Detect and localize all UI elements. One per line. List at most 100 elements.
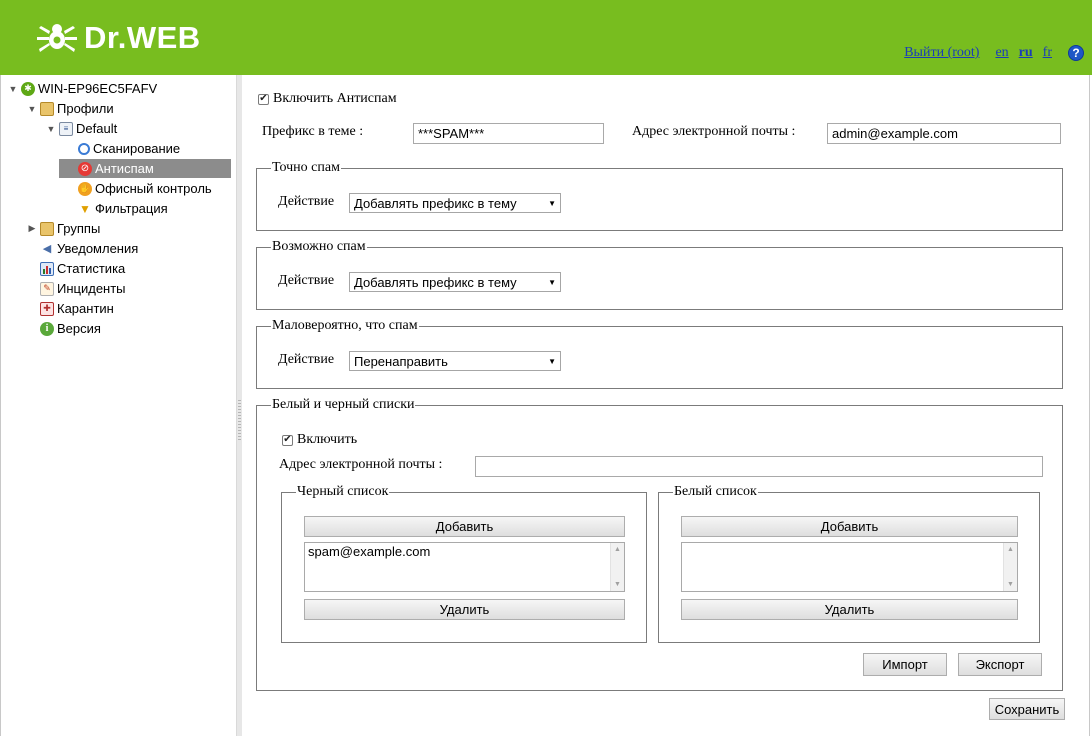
tree-node-profiles[interactable]: ▼ Профили <box>26 99 118 118</box>
blacklist-remove-button[interactable]: Удалить <box>304 599 625 620</box>
antispam-settings-panel: ✔ Включить Антиспам Префикс в теме : ***… <box>242 75 1090 736</box>
scroll-up-icon[interactable]: ▲ <box>1004 543 1017 556</box>
probable-spam-action-label: Действие <box>278 273 335 288</box>
tree-node-default[interactable]: ▼ ≡ Default <box>45 119 121 138</box>
blacklist-add-button[interactable]: Добавить <box>304 516 625 537</box>
scroll-down-icon[interactable]: ▼ <box>611 578 624 591</box>
import-button[interactable]: Импорт <box>863 653 947 676</box>
export-button[interactable]: Экспорт <box>958 653 1042 676</box>
tree-node-label: Карантин <box>57 301 114 316</box>
info-icon: i <box>40 321 54 336</box>
enable-antispam-label: Включить Антиспам <box>273 91 397 106</box>
list-item[interactable]: spam@example.com <box>308 544 621 559</box>
lang-ru-link[interactable]: ru <box>1019 45 1033 61</box>
dropdown-arrow-icon: ▼ <box>548 277 556 287</box>
whitelist-legend: Белый список <box>673 484 758 500</box>
profile-icon: ≡ <box>59 121 73 136</box>
tree-node-notifications[interactable]: ◀ Уведомления <box>26 239 142 258</box>
tree-node-office-control[interactable]: ✋ Офисный контроль <box>64 179 216 198</box>
lists-email-label: Адрес электронной почты : <box>279 457 443 472</box>
tree-node-label: Группы <box>57 221 101 236</box>
email-input[interactable]: admin@example.com <box>827 123 1061 144</box>
email-label: Адрес электронной почты : <box>632 124 796 139</box>
spider-logo-icon <box>37 24 77 52</box>
whitelist-listbox[interactable]: ▲ ▼ <box>681 542 1018 592</box>
blacklist-listbox[interactable]: spam@example.com ▲ ▼ <box>304 542 625 592</box>
tree-node-label: Статистика <box>57 261 126 276</box>
tree-node-label: WIN-EP96EC5FAFV <box>38 81 158 96</box>
scrollbar[interactable]: ▲ ▼ <box>610 543 624 591</box>
probable-spam-group: Возможно спам Действие Добавлять префикс… <box>256 239 1063 310</box>
collapse-arrow-icon[interactable]: ▼ <box>7 84 19 94</box>
header-bar: Dr.WEB Выйти (root) en ru fr ? <box>0 0 1092 75</box>
help-icon[interactable]: ? <box>1068 45 1084 61</box>
drweb-logo: Dr.WEB <box>36 18 201 58</box>
scrollbar[interactable]: ▲ ▼ <box>1003 543 1017 591</box>
whitelist-add-button[interactable]: Добавить <box>681 516 1018 537</box>
tree-node-label: Антиспам <box>95 161 154 176</box>
whitelist-remove-button[interactable]: Удалить <box>681 599 1018 620</box>
tree-node-label: Сканирование <box>93 141 181 156</box>
tree-node-filtering[interactable]: ▼ Фильтрация <box>64 199 172 218</box>
lists-enable-row: ✔ Включить <box>282 432 357 448</box>
probable-spam-action-select[interactable]: Добавлять префикс в тему ▼ <box>349 272 561 292</box>
tree-node-label: Фильтрация <box>95 201 168 216</box>
scroll-down-icon[interactable]: ▼ <box>1004 578 1017 591</box>
tree-node-groups[interactable]: ▶ Группы <box>26 219 104 238</box>
megaphone-icon: ◀ <box>42 243 52 255</box>
lang-en-link[interactable]: en <box>995 45 1008 61</box>
subject-prefix-input[interactable]: ***SPAM*** <box>413 123 604 144</box>
incident-icon: ✎ <box>40 281 54 296</box>
logo-text: Dr.WEB <box>84 20 201 55</box>
tree-node-quarantine[interactable]: ✚ Карантин <box>26 299 118 318</box>
save-button[interactable]: Сохранить <box>989 698 1065 720</box>
lists-email-input[interactable] <box>475 456 1043 477</box>
folder-icon <box>40 101 54 116</box>
enable-antispam-row: ✔ Включить Антиспам <box>258 91 397 107</box>
header-links: Выйти (root) en ru fr ? <box>904 43 1084 63</box>
sidebar-tree: ▼ ✱ WIN-EP96EC5FAFV ▼ Профили ▼ ≡ Defaul… <box>0 75 236 736</box>
tree-node-label: Default <box>76 121 118 136</box>
tree-node-version[interactable]: i Версия <box>26 319 105 338</box>
enable-antispam-checkbox[interactable]: ✔ <box>258 93 269 105</box>
tree-node-antispam[interactable]: ⊘ Антиспам <box>59 159 231 178</box>
certain-spam-legend: Точно спам <box>271 160 341 176</box>
tree-node-label: Офисный контроль <box>95 181 212 196</box>
lists-enable-checkbox[interactable]: ✔ <box>282 434 293 446</box>
collapse-arrow-icon[interactable]: ▼ <box>26 104 38 114</box>
dropdown-arrow-icon: ▼ <box>548 198 556 208</box>
lists-enable-label: Включить <box>297 432 358 447</box>
lang-fr-link[interactable]: fr <box>1043 45 1052 61</box>
magnifier-icon <box>78 142 90 155</box>
folder-group-icon <box>40 221 54 236</box>
antispam-icon: ⊘ <box>78 161 92 176</box>
blacklist-legend: Черный список <box>296 484 390 500</box>
certain-spam-group: Точно спам Действие Добавлять префикс в … <box>256 160 1063 231</box>
tree-node-statistics[interactable]: Статистика <box>26 259 129 278</box>
tree-node-label: Инциденты <box>57 281 126 296</box>
subject-prefix-label: Префикс в теме : <box>262 124 364 139</box>
tree-node-server[interactable]: ▼ ✱ WIN-EP96EC5FAFV <box>7 79 161 98</box>
tree-node-scanning[interactable]: Сканирование <box>64 139 184 158</box>
dropdown-arrow-icon: ▼ <box>548 356 556 366</box>
hand-icon: ✋ <box>78 181 92 196</box>
tree-node-incidents[interactable]: ✎ Инциденты <box>26 279 130 298</box>
lists-group: Белый и черный списки ✔ Включить Адрес э… <box>256 397 1063 691</box>
splitter-grip-icon[interactable] <box>238 400 241 440</box>
blacklist-group: Черный список Добавить spam@example.com … <box>281 484 647 643</box>
logout-link[interactable]: Выйти (root) <box>904 45 979 61</box>
collapse-arrow-icon[interactable]: ▼ <box>45 124 57 134</box>
select-value: Перенаправить <box>354 353 448 369</box>
certain-spam-action-label: Действие <box>278 194 335 209</box>
tree-node-label: Уведомления <box>57 241 139 256</box>
quarantine-icon: ✚ <box>40 301 54 316</box>
unlikely-spam-action-label: Действие <box>278 352 335 367</box>
certain-spam-action-select[interactable]: Добавлять префикс в тему ▼ <box>349 193 561 213</box>
expand-arrow-icon[interactable]: ▶ <box>26 223 38 234</box>
scroll-up-icon[interactable]: ▲ <box>611 543 624 556</box>
unlikely-spam-legend: Маловероятно, что спам <box>271 318 419 334</box>
lists-legend: Белый и черный списки <box>271 397 416 413</box>
tree-node-label: Версия <box>57 321 101 336</box>
spider-icon: ✱ <box>21 81 35 96</box>
unlikely-spam-action-select[interactable]: Перенаправить ▼ <box>349 351 561 371</box>
